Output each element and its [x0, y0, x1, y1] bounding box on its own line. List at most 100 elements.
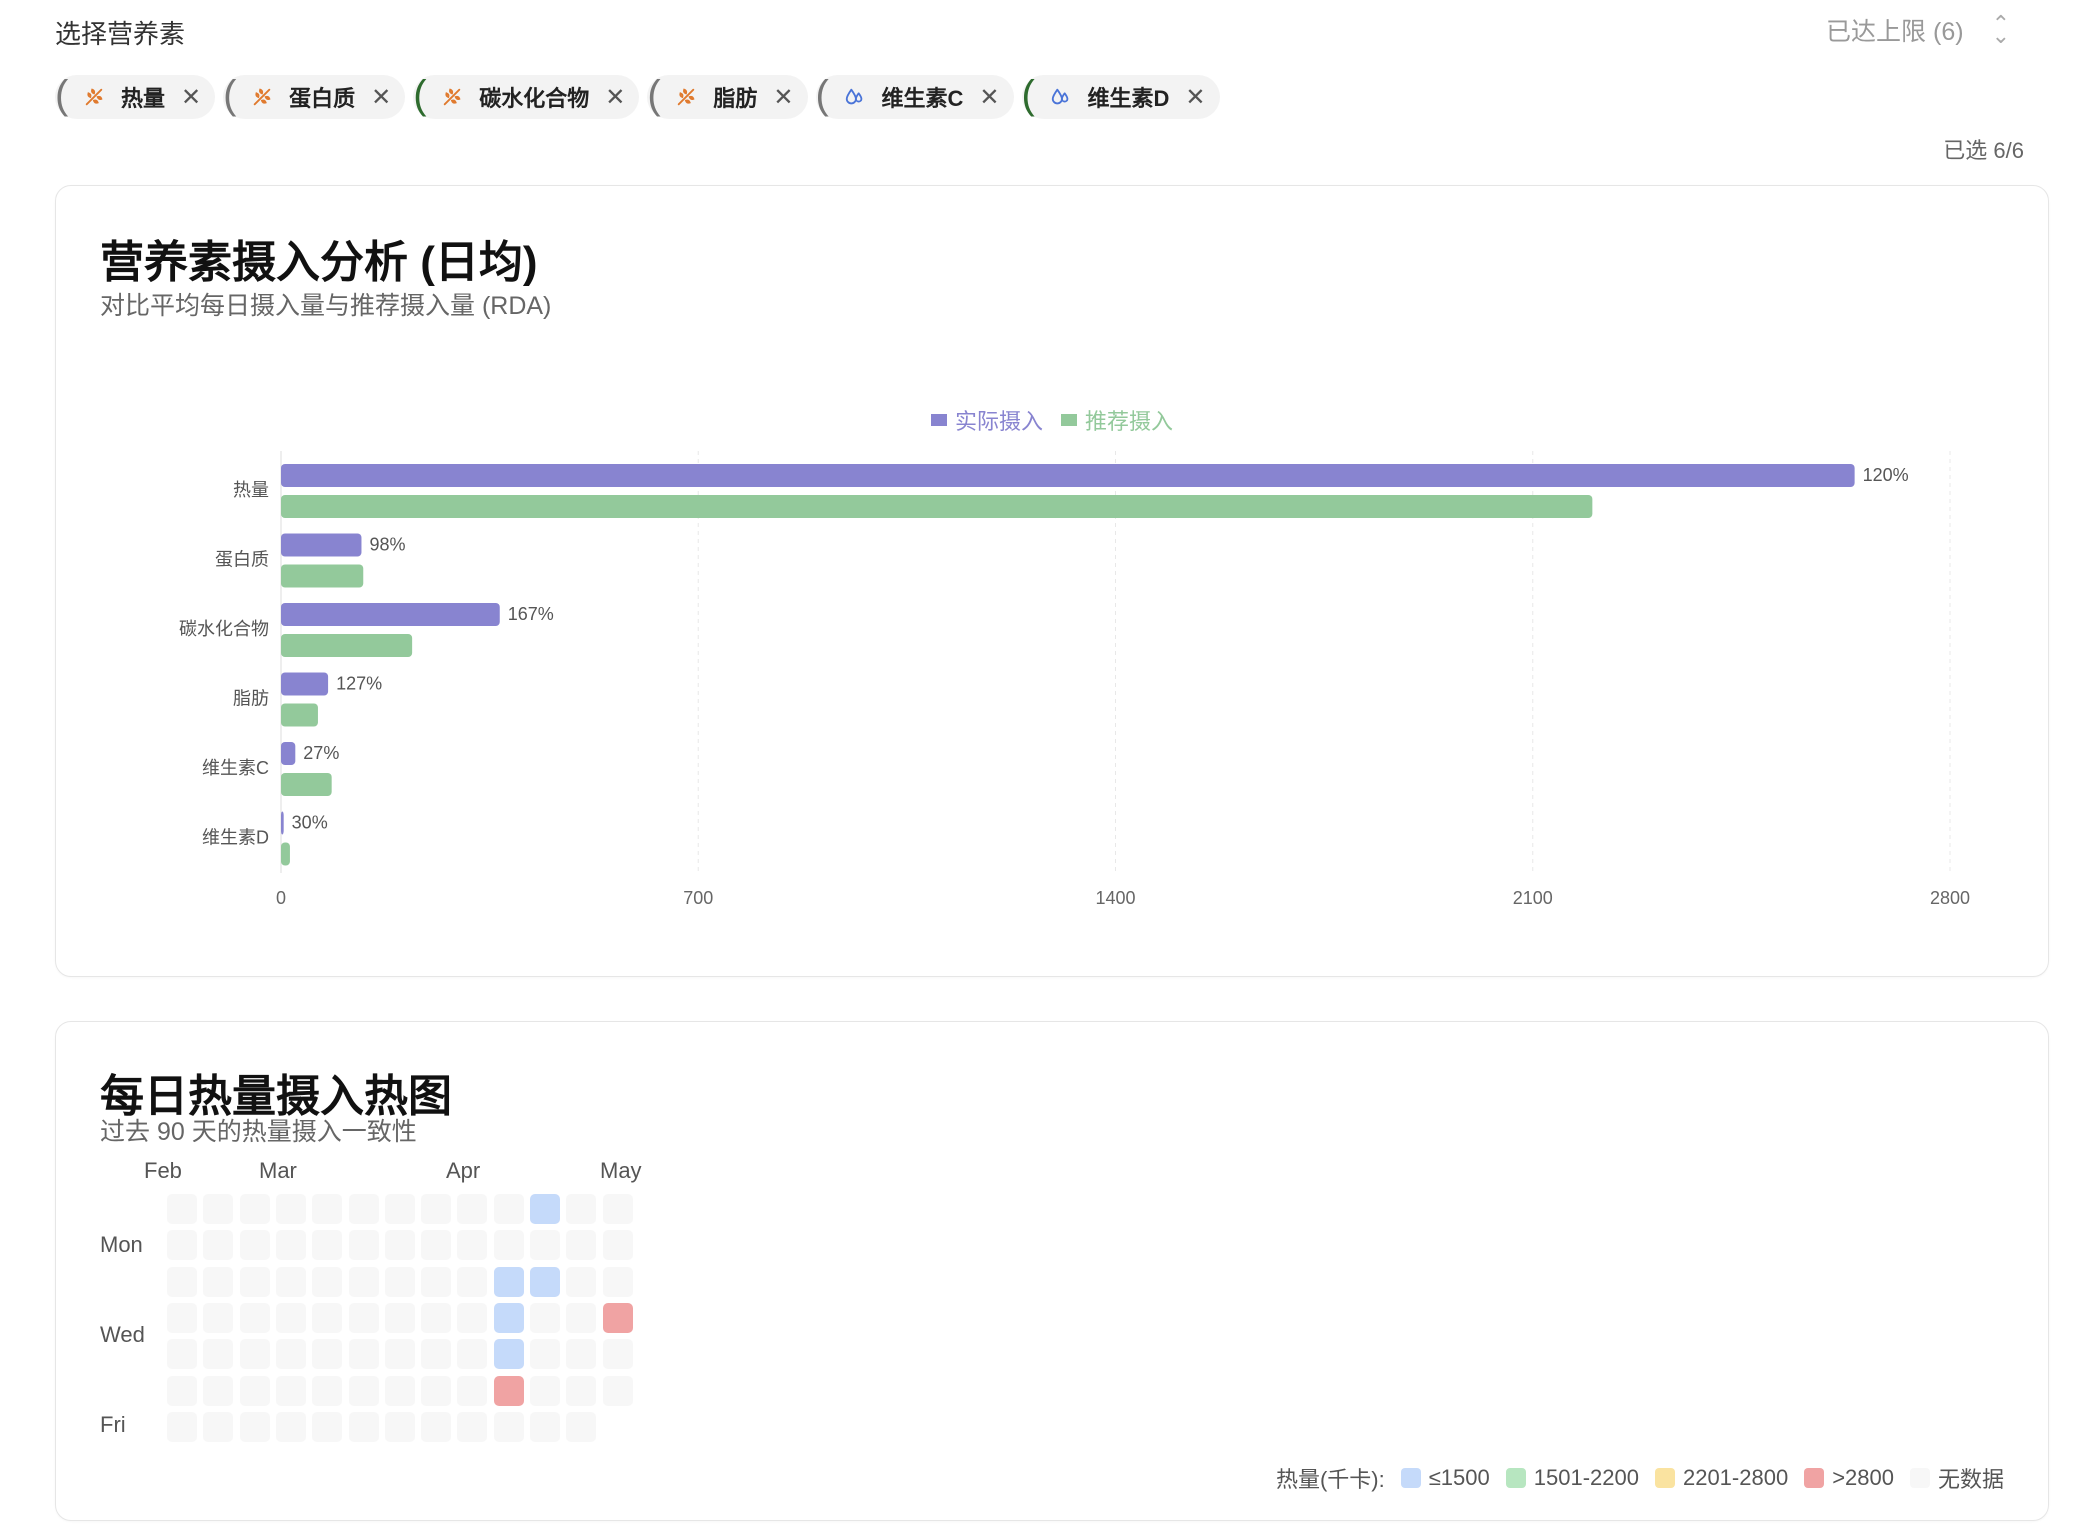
- heatmap-cell[interactable]: [457, 1194, 488, 1224]
- heatmap-cell[interactable]: [566, 1194, 597, 1224]
- heatmap-cell[interactable]: [566, 1339, 597, 1370]
- close-icon[interactable]: ✕: [371, 83, 391, 112]
- heatmap-cell[interactable]: [275, 1375, 306, 1406]
- heatmap-cell[interactable]: [312, 1411, 343, 1442]
- heatmap-cell[interactable]: [348, 1230, 379, 1261]
- heatmap-cell[interactable]: [239, 1266, 270, 1297]
- close-icon[interactable]: ✕: [773, 83, 793, 112]
- heatmap-cell[interactable]: [530, 1230, 560, 1261]
- heatmap-cell[interactable]: [602, 1302, 633, 1333]
- heatmap-cell[interactable]: [602, 1230, 633, 1261]
- heatmap-cell[interactable]: [602, 1266, 633, 1297]
- heatmap-cell[interactable]: [384, 1230, 415, 1261]
- heatmap-cell[interactable]: [493, 1230, 524, 1261]
- heatmap-cell[interactable]: [493, 1302, 524, 1333]
- heatmap-cell[interactable]: [312, 1339, 343, 1370]
- heatmap-cell[interactable]: [275, 1194, 306, 1224]
- heatmap-cell[interactable]: [493, 1411, 524, 1442]
- heatmap-cell[interactable]: [348, 1194, 379, 1224]
- heatmap-cell[interactable]: [239, 1194, 270, 1224]
- heatmap-cell[interactable]: [167, 1266, 197, 1297]
- heatmap-cell[interactable]: [275, 1339, 306, 1370]
- heatmap-cell[interactable]: [203, 1375, 234, 1406]
- chip-维生素D: ( 维生素D ✕: [1021, 73, 1220, 119]
- heatmap-cell[interactable]: [566, 1302, 597, 1333]
- heatmap-cell[interactable]: [493, 1266, 524, 1297]
- heatmap-cell[interactable]: [530, 1302, 560, 1333]
- heatmap-cell[interactable]: [239, 1230, 270, 1261]
- heatmap-cell[interactable]: [493, 1339, 524, 1370]
- heatmap-cell[interactable]: [312, 1375, 343, 1406]
- heatmap-cell[interactable]: [348, 1411, 379, 1442]
- heatmap-cell[interactable]: [602, 1375, 633, 1406]
- heatmap-cell[interactable]: [566, 1411, 597, 1442]
- close-icon[interactable]: ✕: [1185, 83, 1205, 112]
- heatmap-cell[interactable]: [203, 1266, 234, 1297]
- heatmap-cell[interactable]: [530, 1375, 560, 1406]
- heatmap-cell[interactable]: [203, 1411, 234, 1442]
- heatmap-cell[interactable]: [312, 1302, 343, 1333]
- paren-icon: (: [55, 73, 69, 117]
- heatmap-cell[interactable]: [239, 1411, 270, 1442]
- heatmap-cell[interactable]: [493, 1375, 524, 1406]
- heatmap-cell[interactable]: [384, 1375, 415, 1406]
- heatmap-cell[interactable]: [530, 1194, 560, 1224]
- heatmap-cell[interactable]: [457, 1302, 488, 1333]
- heatmap-cell[interactable]: [421, 1194, 452, 1224]
- heatmap-cell[interactable]: [348, 1302, 379, 1333]
- heatmap-cell[interactable]: [421, 1411, 452, 1442]
- heatmap-cell[interactable]: [239, 1302, 270, 1333]
- heatmap-cell[interactable]: [167, 1302, 197, 1333]
- heatmap-cell[interactable]: [421, 1266, 452, 1297]
- heatmap-cell[interactable]: [421, 1339, 452, 1370]
- heatmap-cell[interactable]: [312, 1266, 343, 1297]
- heatmap-cell[interactable]: [530, 1266, 560, 1297]
- close-icon[interactable]: ✕: [605, 83, 625, 112]
- heatmap-cell[interactable]: [566, 1266, 597, 1297]
- heatmap-cell[interactable]: [384, 1339, 415, 1370]
- close-icon[interactable]: ✕: [979, 83, 999, 112]
- heatmap-cell[interactable]: [566, 1375, 597, 1406]
- heatmap-cell[interactable]: [493, 1194, 524, 1224]
- heatmap-cell[interactable]: [530, 1339, 560, 1370]
- heatmap-cell[interactable]: [275, 1411, 306, 1442]
- close-icon[interactable]: ✕: [181, 83, 201, 112]
- heatmap-cell[interactable]: [530, 1411, 560, 1442]
- heatmap-cell[interactable]: [167, 1230, 197, 1261]
- heatmap-cell[interactable]: [384, 1194, 415, 1224]
- heatmap-cell[interactable]: [167, 1411, 197, 1442]
- heatmap-cell[interactable]: [457, 1339, 488, 1370]
- heatmap-cell[interactable]: [167, 1339, 197, 1370]
- heatmap-cell[interactable]: [421, 1302, 452, 1333]
- heatmap-cell[interactable]: [239, 1375, 270, 1406]
- heatmap-cell[interactable]: [421, 1230, 452, 1261]
- heatmap-cell[interactable]: [312, 1194, 343, 1224]
- heatmap-cell[interactable]: [348, 1266, 379, 1297]
- heatmap-cell[interactable]: [275, 1302, 306, 1333]
- heatmap-cell[interactable]: [384, 1411, 415, 1442]
- heatmap-cell[interactable]: [239, 1339, 270, 1370]
- heatmap-cell[interactable]: [457, 1411, 488, 1442]
- heatmap-cell[interactable]: [203, 1194, 234, 1224]
- heatmap-cell[interactable]: [203, 1230, 234, 1261]
- heatmap-cell[interactable]: [566, 1230, 597, 1261]
- paren-icon: (: [1021, 73, 1035, 117]
- heatmap-cell[interactable]: [457, 1375, 488, 1406]
- heatmap-cell[interactable]: [602, 1194, 633, 1224]
- heatmap-cell[interactable]: [602, 1339, 633, 1370]
- nutrient-select-dropdown[interactable]: 已达上限 (6) ⌃ ⌄: [1812, 8, 2024, 52]
- heatmap-cell[interactable]: [275, 1230, 306, 1261]
- heatmap-cell[interactable]: [457, 1230, 488, 1261]
- heatmap-cell[interactable]: [203, 1302, 234, 1333]
- heatmap-cell[interactable]: [348, 1339, 379, 1370]
- heatmap-cell[interactable]: [167, 1194, 197, 1224]
- heatmap-cell[interactable]: [384, 1266, 415, 1297]
- heatmap-cell[interactable]: [312, 1230, 343, 1261]
- heatmap-cell[interactable]: [203, 1339, 234, 1370]
- heatmap-cell[interactable]: [421, 1375, 452, 1406]
- heatmap-cell[interactable]: [348, 1375, 379, 1406]
- heatmap-cell[interactable]: [384, 1302, 415, 1333]
- heatmap-cell[interactable]: [167, 1375, 197, 1406]
- heatmap-cell[interactable]: [275, 1266, 306, 1297]
- heatmap-cell[interactable]: [457, 1266, 488, 1297]
